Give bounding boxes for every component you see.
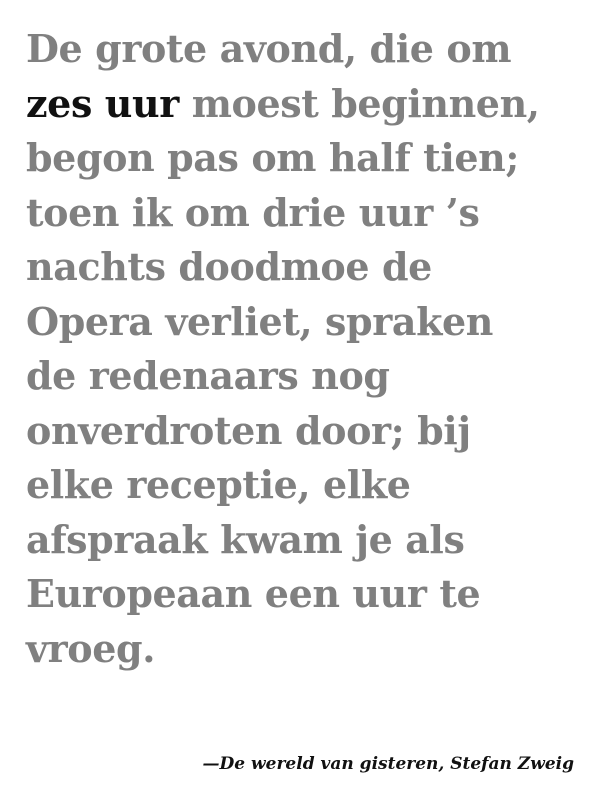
attribution: —De wereld van gisteren, Stefan Zweig (202, 754, 574, 774)
quote-line: elke receptie, elke (26, 458, 586, 513)
quote-line: afspraak kwam je als (26, 513, 586, 568)
quote-line: Opera verliet, spraken (26, 295, 586, 350)
quote-line-text: nachts doodmoe de (26, 244, 432, 289)
quote-line-text: onverdroten door; bij (26, 407, 471, 453)
quote-line: de redenaars nog (26, 349, 586, 404)
quote-line: nachts doodmoe de (26, 240, 586, 295)
quote-line-text: moest beginnen, (178, 80, 540, 126)
quote-line-text: de redenaars nog (26, 353, 390, 398)
quote-line: vroeg. (26, 622, 586, 677)
quote-line-text: toen ik om drie uur ’s (26, 189, 480, 235)
quote-line-text: Europeaan een uur te (26, 571, 481, 616)
quote-line: begon pas om half tien; (26, 131, 586, 186)
quote-line: Europeaan een uur te (26, 567, 586, 622)
quote-line-text: Opera verliet, spraken (26, 298, 493, 344)
quote-line-text: begon pas om half tien; (26, 135, 520, 180)
quote-line-text: vroeg. (26, 625, 156, 671)
quote-line-text: De grote avond, die om (26, 26, 512, 71)
quote-line: toen ik om drie uur ’s (26, 186, 586, 241)
quote-text: De grote avond, die om zes uur moest beg… (26, 22, 586, 676)
quote-line: De grote avond, die om (26, 22, 586, 77)
quote-line-text: afspraak kwam je als (26, 516, 465, 562)
quote-line-text: elke receptie, elke (26, 462, 411, 507)
quote-line: onverdroten door; bij (26, 404, 586, 459)
quote-line: zes uur moest beginnen, (26, 77, 586, 132)
highlighted-time: zes uur (26, 80, 179, 126)
